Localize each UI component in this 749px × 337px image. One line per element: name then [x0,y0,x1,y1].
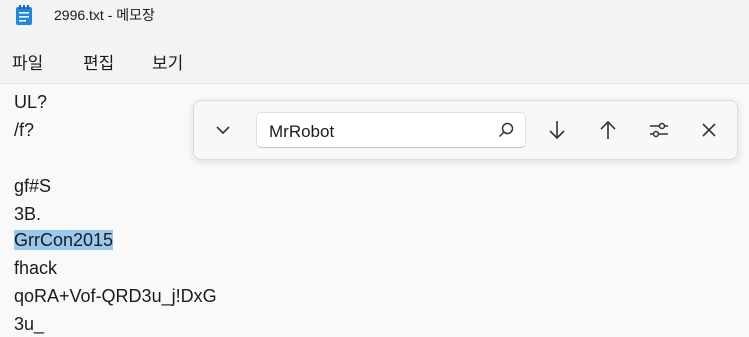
arrow-up-icon[interactable] [592,114,624,146]
menu-file[interactable]: 파일 [12,49,43,74]
text-line: fhack [14,258,58,278]
text-line: UL? [14,92,48,112]
close-icon[interactable] [693,114,725,146]
find-input-value: MrRobot [269,122,335,141]
text-line: gf#S [14,176,52,196]
title-bar: 2996.txt - 메모장 [0,0,749,34]
find-panel: MrRobot [193,100,738,160]
menu-edit[interactable]: 편집 [83,49,114,74]
find-input[interactable]: MrRobot [256,112,526,148]
arrow-down-icon[interactable] [541,114,573,146]
chevron-down-icon[interactable] [207,114,239,146]
text-line: 3B. [14,204,42,224]
text-line: qoRA+Vof-QRD3u_j!DxG [14,286,217,306]
text-line: /f? [14,120,35,140]
menu-bar: 파일 편집 보기 [0,34,749,84]
selected-text-line: GrrCon2015 [14,230,114,250]
notepad-icon [15,4,33,31]
text-line: 3u_ [14,314,45,334]
menu-view[interactable]: 보기 [152,49,183,74]
window-title: 2996.txt - 메모장 [54,7,155,23]
options-icon[interactable] [643,114,675,146]
search-icon[interactable] [497,121,515,144]
